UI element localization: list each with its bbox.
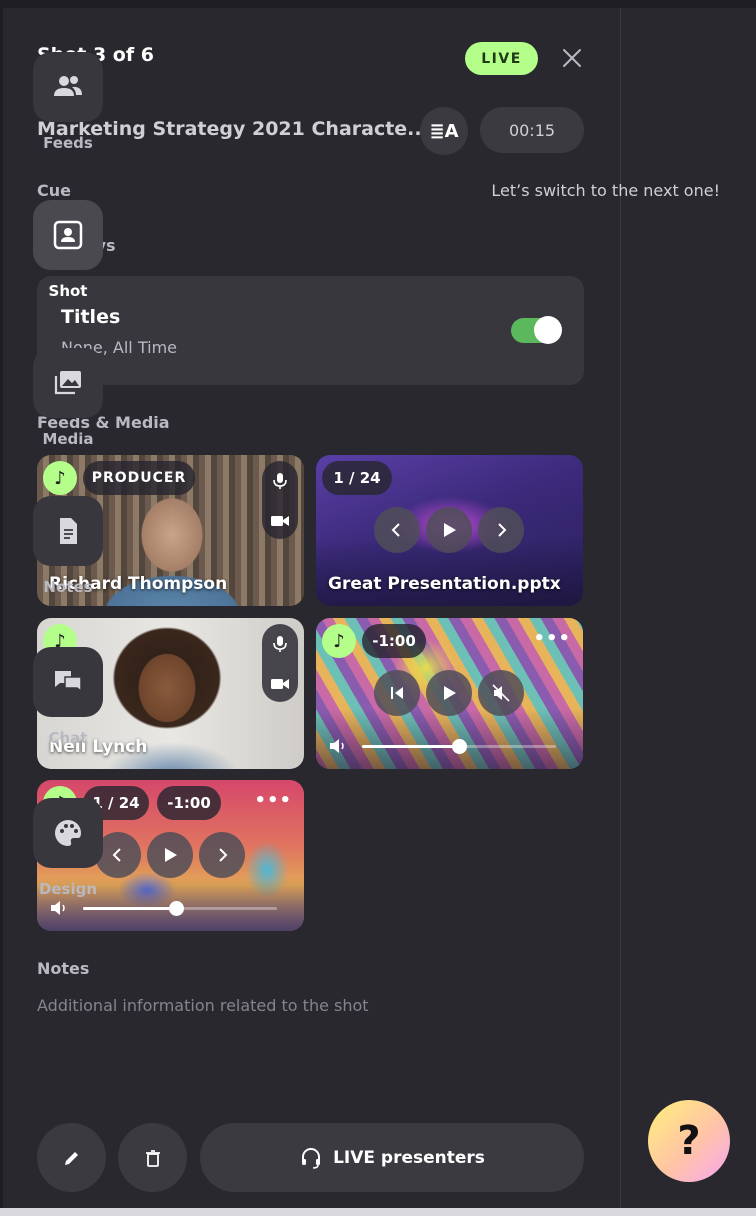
video-timer: -1:00	[362, 624, 426, 658]
duration-pill[interactable]: 00:15	[480, 107, 584, 153]
chat-icon	[55, 671, 82, 693]
rail-label: Shot	[48, 282, 88, 300]
media-tile-presentation[interactable]: 1 / 24 Great Presentation.pptx	[316, 455, 583, 606]
live-presenters-button[interactable]: LIVE presenters	[200, 1123, 584, 1192]
live-presenters-label: LIVE presenters	[333, 1147, 485, 1168]
window-top-strip	[0, 0, 756, 8]
headset-icon	[302, 1147, 321, 1169]
restart-button[interactable]	[374, 670, 420, 716]
trash-icon	[145, 1149, 160, 1167]
translate-button[interactable]: ≣A	[420, 107, 468, 155]
palette-icon	[55, 820, 81, 846]
volume-slider[interactable]	[328, 738, 558, 754]
play-button[interactable]	[426, 507, 472, 553]
edit-button[interactable]	[37, 1123, 106, 1192]
volume-thumb[interactable]	[169, 901, 185, 916]
more-options-icon[interactable]: •••	[533, 628, 571, 649]
microphone-icon[interactable]	[270, 634, 290, 654]
help-icon: ?	[677, 1118, 701, 1164]
cue-text[interactable]: Let’s switch to the next one!	[491, 181, 720, 200]
feed-controls	[262, 624, 298, 702]
previous-slide-button[interactable]	[374, 507, 420, 553]
rail-icon-box	[33, 52, 103, 122]
rail-label: Feeds	[43, 134, 93, 152]
notes-label: Notes	[37, 959, 90, 978]
users-icon	[54, 76, 82, 96]
rail-label: Notes	[43, 578, 93, 596]
notes-input[interactable]: Additional information related to the sh…	[37, 996, 369, 1015]
muted-speaker-icon	[492, 684, 510, 702]
volume-fill	[362, 745, 459, 748]
rail-icon-box	[33, 798, 103, 868]
rail-icon-box	[33, 647, 103, 717]
slide-counter: 1 / 24	[322, 461, 392, 495]
chevron-right-icon	[219, 848, 228, 862]
camera-icon[interactable]	[270, 511, 290, 531]
window-bottom-strip	[0, 1208, 756, 1216]
rail-label: Design	[38, 880, 98, 898]
play-button[interactable]	[147, 832, 193, 878]
volume-track[interactable]	[362, 739, 556, 754]
feed-controls	[262, 461, 298, 539]
play-icon	[165, 848, 177, 862]
media-tile-video[interactable]: ♪ -1:00 •••	[316, 618, 583, 769]
rail-item-media[interactable]: Media	[0, 348, 136, 468]
play-button[interactable]	[426, 670, 472, 716]
camera-icon[interactable]	[270, 674, 290, 694]
rail-item-chat[interactable]: Chat	[0, 647, 136, 767]
titles-toggle[interactable]	[511, 316, 562, 344]
mute-button[interactable]	[478, 670, 524, 716]
rail-item-shot[interactable]: Shot	[0, 200, 136, 320]
chevron-left-icon	[391, 523, 400, 537]
rail-icon-box	[33, 200, 103, 270]
microphone-icon[interactable]	[270, 471, 290, 491]
rail-label: Media	[42, 430, 94, 448]
skip-back-icon	[391, 687, 403, 699]
live-badge: LIVE	[465, 42, 538, 75]
more-options-icon[interactable]: •••	[254, 790, 292, 811]
rail-item-notes[interactable]: Notes	[0, 496, 136, 616]
toggle-knob	[534, 316, 562, 344]
help-button[interactable]: ?	[648, 1100, 730, 1182]
next-slide-button[interactable]	[199, 832, 245, 878]
rail-item-design[interactable]: Design	[0, 798, 136, 918]
rail-icon-box	[33, 348, 103, 418]
rail-item-feeds[interactable]: Feeds	[0, 52, 136, 172]
cue-label: Cue	[37, 181, 71, 200]
delete-button[interactable]	[118, 1123, 187, 1192]
video-timer: -1:00	[157, 786, 221, 820]
play-icon	[444, 686, 456, 700]
translate-icon: ≣A	[429, 120, 459, 142]
document-icon	[60, 518, 77, 544]
next-slide-button[interactable]	[478, 507, 524, 553]
close-icon[interactable]	[558, 44, 586, 72]
pencil-icon	[64, 1151, 78, 1165]
volume-thumb[interactable]	[452, 739, 467, 754]
music-icon[interactable]: ♪	[322, 624, 356, 658]
speaker-icon[interactable]	[328, 736, 348, 756]
shot-icon	[53, 220, 83, 250]
media-name: Great Presentation.pptx	[328, 574, 561, 594]
rail-icon-box	[33, 496, 103, 566]
chevron-right-icon	[498, 523, 507, 537]
play-icon	[444, 523, 456, 537]
rail-label: Chat	[48, 729, 88, 747]
media-icon	[54, 371, 81, 395]
